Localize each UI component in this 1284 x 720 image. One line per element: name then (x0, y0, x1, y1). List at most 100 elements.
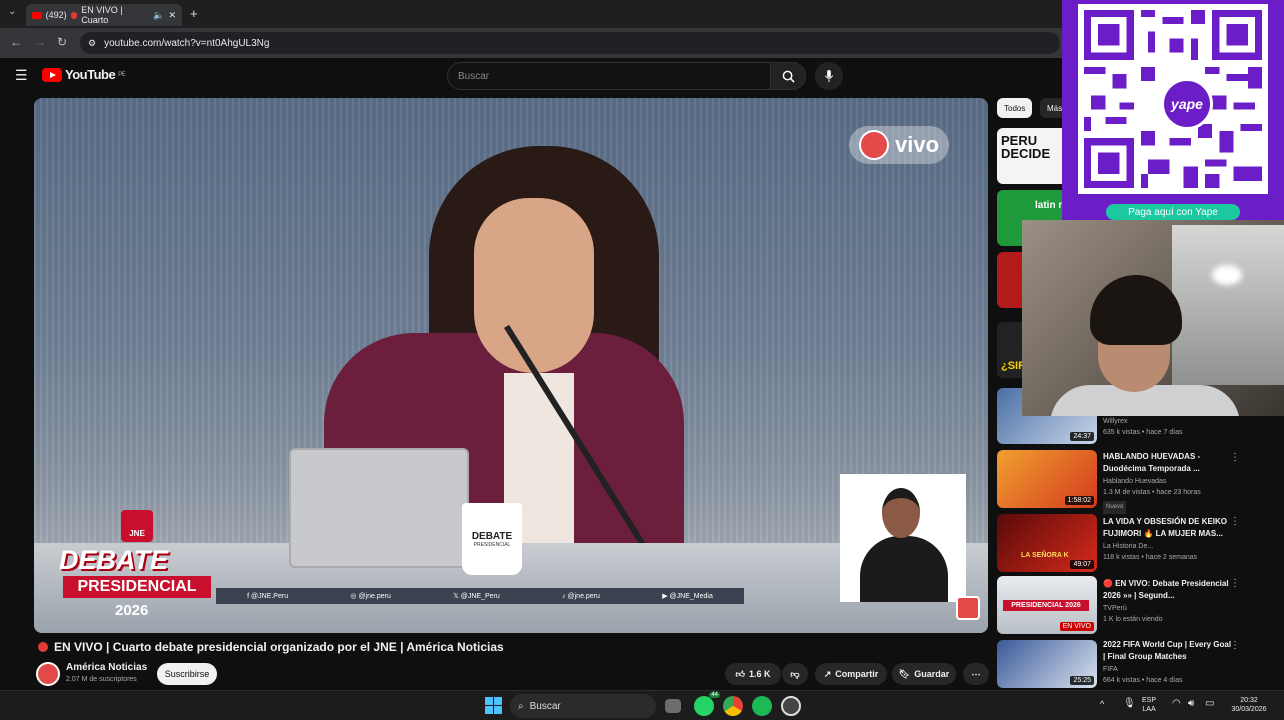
browser-tab-active[interactable]: (492) EN VIVO | Cuarto 🔈 ✕ (26, 4, 182, 26)
save-button[interactable]: 🔖︎ Guardar (892, 663, 956, 685)
debate-presidencial-logo: JNE DEBATE PRESIDENCIAL 2026 (59, 510, 214, 620)
taskbar-search-label: Buscar (529, 700, 561, 712)
sidebar-thumb-fifa[interactable]: 25:25 (997, 640, 1097, 688)
debate-word: DEBATE (59, 545, 169, 575)
tab-notification-count: (492) (45, 10, 67, 20)
reload-icon[interactable]: ↻ (57, 35, 67, 49)
channel-avatar[interactable] (36, 662, 60, 686)
webcam-window-background (1172, 225, 1284, 385)
sidebar-video-title[interactable]: HABLANDO HUEVADAS - Duodécima Temporada … (1103, 451, 1233, 475)
chip-todos[interactable]: Todos (997, 98, 1033, 118)
sidebar-video-title[interactable]: LA VIDA Y OBSESIÓN DE KEIKO FUJIMORI 🔥 L… (1103, 516, 1233, 540)
url-text: youtube.com/watch?v=nt0AhgUL3Ng (104, 37, 270, 49)
clock[interactable]: 20:32 30/03/2026 (1222, 696, 1276, 714)
more-icon[interactable]: ⋮ (1230, 578, 1240, 589)
thumb-text: PRESIDENCIAL 2026 (1003, 600, 1089, 611)
share-icon: ↗ (823, 668, 832, 679)
streamer-webcam (1022, 220, 1284, 416)
debate-mug: DEBATE PRESIDENCIAL (462, 503, 522, 575)
more-icon[interactable]: ⋮ (1230, 452, 1240, 463)
clock-time: 20:32 (1240, 697, 1258, 704)
language-indicator[interactable]: ESP LAA (1142, 696, 1156, 714)
new-badge: Nuevo (1103, 499, 1233, 514)
tray-overflow-icon[interactable]: ^ (1100, 700, 1104, 709)
tiktok-handle: ♪ @jne.peru (562, 592, 600, 600)
sidebar-video-stats: 664 k vistas • hace 4 días (1103, 677, 1183, 684)
sidebar-video-channel[interactable]: Hablando Huevadas (1103, 476, 1233, 487)
yape-pay-banner: Paga aquí con Yape (1106, 204, 1240, 220)
tab-list-chevron-icon[interactable]: ⌄ (8, 6, 16, 17)
sidebar-video-channel[interactable]: Willyrex (1103, 416, 1233, 427)
search-button[interactable] (770, 62, 806, 90)
jne-logo: JNE (121, 510, 153, 542)
menu-icon[interactable]: ☰ (15, 67, 28, 84)
sidebar-thumb-keiko[interactable]: LA SEÑORA K 49:07 (997, 514, 1097, 572)
instagram-handle: ◎ @jne.peru (350, 593, 391, 600)
close-tab-icon[interactable]: ✕ (168, 10, 176, 21)
youtube-logo[interactable]: YouTube PE (42, 67, 126, 82)
search-icon: ⌕ (518, 700, 524, 712)
language-code: ESP (1142, 697, 1157, 704)
youtube-favicon-icon (32, 11, 42, 19)
sidebar-video-channel[interactable]: La Historia De... (1103, 541, 1233, 552)
sidebar-video-channel[interactable]: FIFA (1103, 664, 1233, 675)
video-title-text: EN VIVO | Cuarto debate presidencial org… (54, 640, 504, 654)
chrome-icon[interactable] (723, 696, 743, 716)
whatsapp-icon[interactable]: 44 (694, 692, 720, 716)
mug-subtitle: PRESIDENCIAL (473, 541, 511, 548)
video-duration: 1:58:02 (1064, 496, 1094, 505)
forward-icon[interactable]: → (34, 35, 46, 49)
sidebar-thumb-tvperu-debate[interactable]: PRESIDENCIAL 2026 EN VIVO (997, 576, 1097, 634)
youtube-header: ☰ YouTube PE Buscar (0, 58, 1060, 94)
more-actions-button[interactable]: ⋯ (963, 663, 989, 685)
vivo-badge: vivo (849, 126, 949, 164)
task-view-icon[interactable] (665, 699, 681, 713)
video-duration: 49:07 (1070, 560, 1094, 569)
sidebar-video-title[interactable]: 🔴 EN VIVO: Debate Presidencial 2026 »» |… (1103, 578, 1233, 602)
youtube-handle: ▶ @JNE_Media (662, 593, 713, 600)
subscriber-count: 2.07 M de suscriptores (66, 676, 137, 683)
microphone-icon (824, 69, 834, 82)
thumbs-down-icon: 👎︎ (790, 668, 800, 679)
windows-start-icon[interactable] (485, 697, 502, 714)
more-icon[interactable]: ⋮ (1230, 640, 1240, 651)
voice-search-button[interactable] (815, 62, 843, 90)
spotify-icon[interactable] (752, 696, 772, 716)
battery-icon[interactable]: ▭ (1205, 699, 1214, 709)
new-tab-icon[interactable]: + (190, 6, 198, 21)
live-dot-icon (70, 11, 78, 19)
region-code: PE (118, 71, 126, 78)
presenter-face (474, 198, 594, 373)
wifi-icon[interactable]: ◠ (1172, 699, 1181, 709)
sidebar-video-stats: 1.3 M de vistas • hace 23 horas (1103, 489, 1201, 496)
address-bar[interactable]: ⚙ youtube.com/watch?v=nt0AhgUL3Ng (80, 32, 1060, 54)
thumbs-up-icon: 👍︎ (735, 668, 745, 679)
like-button[interactable]: 👍︎ 1.6 K (725, 663, 781, 685)
search-input[interactable]: Buscar (447, 62, 771, 90)
youtube-play-icon (42, 67, 62, 82)
mic-tray-icon[interactable]: 🎙︎ (1123, 699, 1136, 709)
video-duration: 25:25 (1070, 676, 1094, 685)
recorder-icon[interactable] (781, 696, 801, 716)
like-count: 1.6 K (748, 669, 771, 679)
keyboard-layout: LAA (1142, 706, 1156, 713)
speaker-icon[interactable]: 🔈 (153, 10, 164, 21)
live-badge: EN VIVO (1059, 622, 1094, 631)
debate-year: 2026 (115, 602, 149, 619)
video-player[interactable]: vivo DEBATE PRESIDENCIAL JNE DEBATE PRES… (34, 98, 988, 633)
presidencial-word: PRESIDENCIAL (63, 576, 211, 598)
sidebar-video-channel[interactable]: TVPerú (1103, 603, 1233, 614)
sidebar-thumb-hablando-huevadas[interactable]: 1:58:02 (997, 450, 1097, 508)
back-icon[interactable]: ← (10, 35, 22, 49)
taskbar-search[interactable]: ⌕ Buscar (510, 694, 656, 718)
share-button[interactable]: ↗ Compartir (815, 663, 887, 685)
qr-code: yape (1078, 4, 1268, 194)
subscribe-button[interactable]: Suscribirse (157, 663, 217, 685)
site-info-icon[interactable]: ⚙ (88, 38, 96, 49)
laptop (289, 448, 469, 568)
sidebar-video-title[interactable]: 2022 FIFA World Cup | Every Goal | Final… (1103, 639, 1233, 663)
volume-icon[interactable]: 🔊︎ (1188, 699, 1194, 709)
dislike-button[interactable]: 👎︎ (782, 663, 808, 685)
channel-name[interactable]: América Noticias (66, 662, 147, 673)
more-icon[interactable]: ⋮ (1230, 516, 1240, 527)
